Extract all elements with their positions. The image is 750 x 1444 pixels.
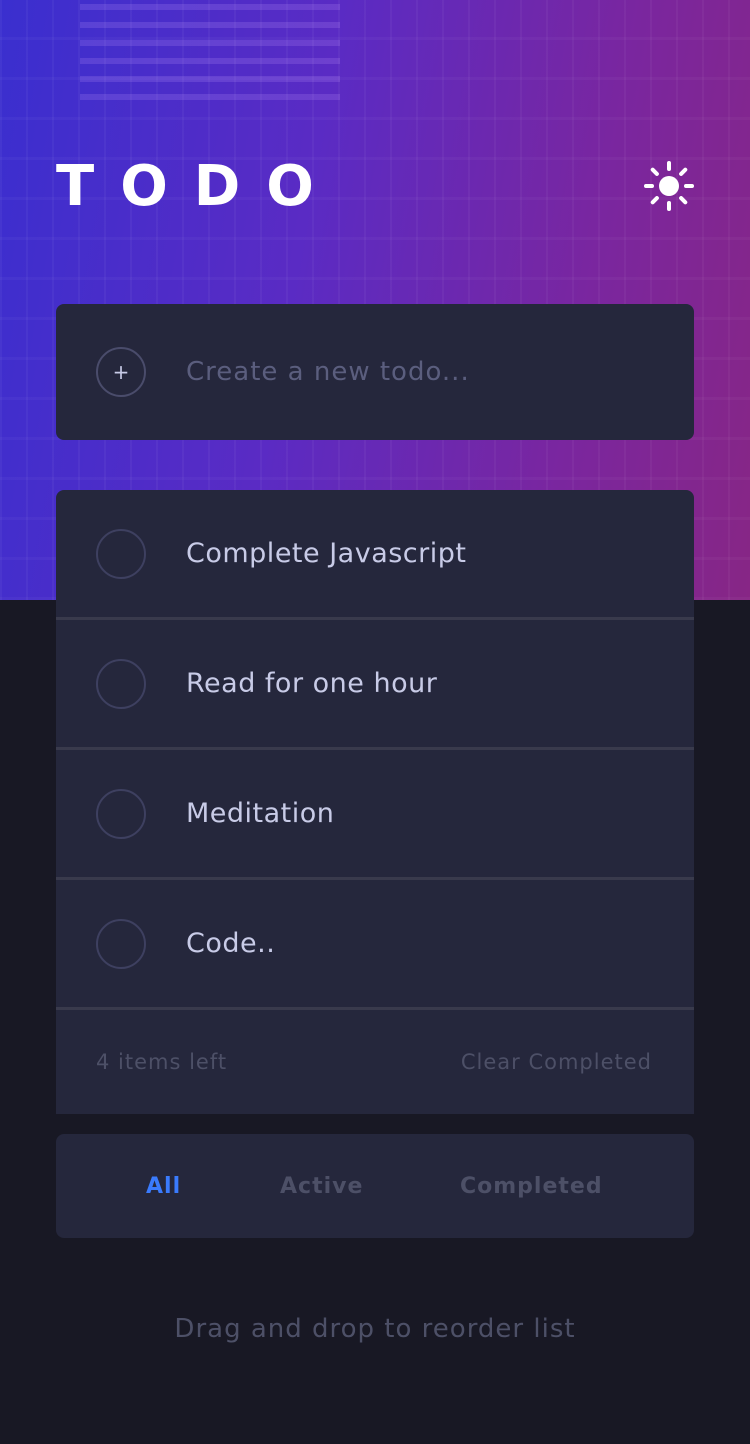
todo-checkbox[interactable] xyxy=(96,788,146,839)
todo-checkbox[interactable] xyxy=(96,528,146,579)
new-todo-input[interactable] xyxy=(186,357,656,387)
plus-icon: + xyxy=(112,360,130,384)
items-left-count: 4 items left xyxy=(96,1050,228,1074)
app-title: TODO xyxy=(56,153,340,219)
app-header: TODO xyxy=(56,150,694,222)
filter-bar: All Active Completed xyxy=(56,1134,694,1238)
todo-item[interactable]: Code.. xyxy=(56,880,694,1010)
todo-item[interactable]: Complete Javascript xyxy=(56,490,694,620)
todo-text: Read for one hour xyxy=(186,668,438,699)
todo-item[interactable]: Meditation xyxy=(56,750,694,880)
todo-checkbox[interactable] xyxy=(96,658,146,709)
filter-all[interactable]: All xyxy=(146,1174,181,1199)
todo-item[interactable]: Read for one hour xyxy=(56,620,694,750)
todo-list: Complete Javascript Read for one hour Me… xyxy=(56,490,694,1114)
todo-checkbox[interactable] xyxy=(96,918,146,969)
todo-text: Meditation xyxy=(186,798,335,829)
new-todo-card: + xyxy=(56,304,694,440)
theme-toggle-button[interactable] xyxy=(642,159,696,213)
filter-active[interactable]: Active xyxy=(280,1174,363,1199)
clear-completed-button[interactable]: Clear Completed xyxy=(461,1050,652,1074)
drag-hint: Drag and drop to reorder list xyxy=(174,1314,576,1344)
add-todo-button[interactable]: + xyxy=(96,347,146,397)
todo-text: Code.. xyxy=(186,928,276,959)
todo-text: Complete Javascript xyxy=(186,538,467,569)
filter-completed[interactable]: Completed xyxy=(460,1174,603,1199)
sun-icon xyxy=(644,161,694,211)
list-footer: 4 items left Clear Completed xyxy=(56,1010,694,1114)
